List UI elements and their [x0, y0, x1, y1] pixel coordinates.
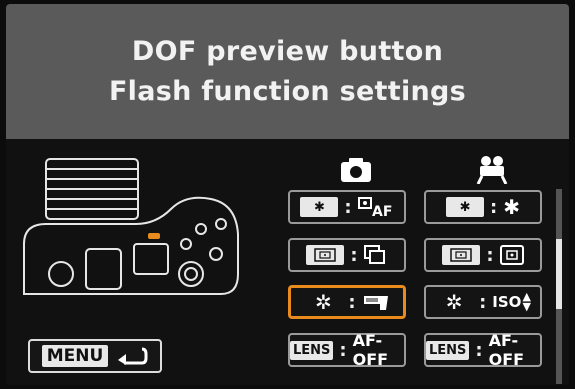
aperture-icon: ✲ [315, 290, 332, 314]
iso-icon: ISO ▲ ▼ [492, 290, 531, 313]
metering-icon [306, 245, 345, 265]
separator-colon: : [490, 196, 498, 218]
camera-lcd-screen: DOF preview button Flash function settin… [6, 4, 569, 385]
separator-colon: : [339, 339, 347, 361]
menu-label: MENU [41, 345, 109, 367]
metering-mode-icon [499, 245, 524, 265]
separator-colon: : [486, 244, 494, 266]
option-still-dof-to-flash-function[interactable]: ✲ : [288, 285, 406, 319]
drive-mode-icon [363, 245, 388, 265]
ae-lock-icon: ✱ [503, 195, 520, 219]
option-movie-dof-to-iso[interactable]: ✲ : ISO ▲ ▼ [424, 285, 542, 319]
option-still-metering-to-drive[interactable]: : [288, 238, 406, 272]
movie-camera-icon [476, 156, 508, 184]
separator-colon: : [350, 244, 358, 266]
af-off-label: AF-OFF [488, 331, 525, 369]
option-movie-ae-lock[interactable]: ✱ : ✱ [424, 190, 542, 224]
separator-colon: : [479, 291, 487, 313]
option-still-lens-af-off[interactable]: LENS : AF-OFF [288, 331, 406, 369]
scrollbar-thumb[interactable] [556, 239, 562, 309]
menu-back-button[interactable]: MENU [28, 339, 162, 373]
option-movie-lens-af-off[interactable]: LENS : AF-OFF [424, 331, 542, 369]
flash-function-icon [362, 292, 390, 312]
separator-colon: : [348, 291, 356, 313]
iso-arrows-icon: ▲ ▼ [522, 290, 531, 313]
af-off-label: AF-OFF [352, 331, 389, 369]
ae-lock-icon: ✱ [300, 197, 339, 217]
af-start-icon: AF [357, 196, 394, 218]
dof-button-marker [148, 233, 160, 239]
separator-colon: : [344, 196, 352, 218]
aperture-icon: ✲ [445, 290, 463, 314]
description-line-2: Flash function settings [108, 75, 467, 107]
svg-text:AF: AF [372, 204, 392, 218]
description-header: DOF preview button Flash function settin… [6, 4, 569, 139]
ae-lock-icon: ✱ [446, 197, 485, 217]
iso-label: ISO [492, 293, 522, 311]
option-still-ae-lock-to-af-start[interactable]: ✱ : AF [288, 190, 406, 224]
description-line-1: DOF preview button [131, 35, 444, 67]
return-arrow-icon [118, 347, 148, 365]
camera-top-view-illustration [23, 158, 239, 295]
lens-key-label: LENS [426, 340, 470, 360]
separator-colon: : [475, 339, 483, 361]
camera-icon [341, 158, 371, 182]
metering-icon [442, 245, 481, 265]
option-movie-metering[interactable]: : [424, 238, 542, 272]
options-scrollbar[interactable] [556, 189, 562, 384]
lens-key-label: LENS [290, 340, 334, 360]
